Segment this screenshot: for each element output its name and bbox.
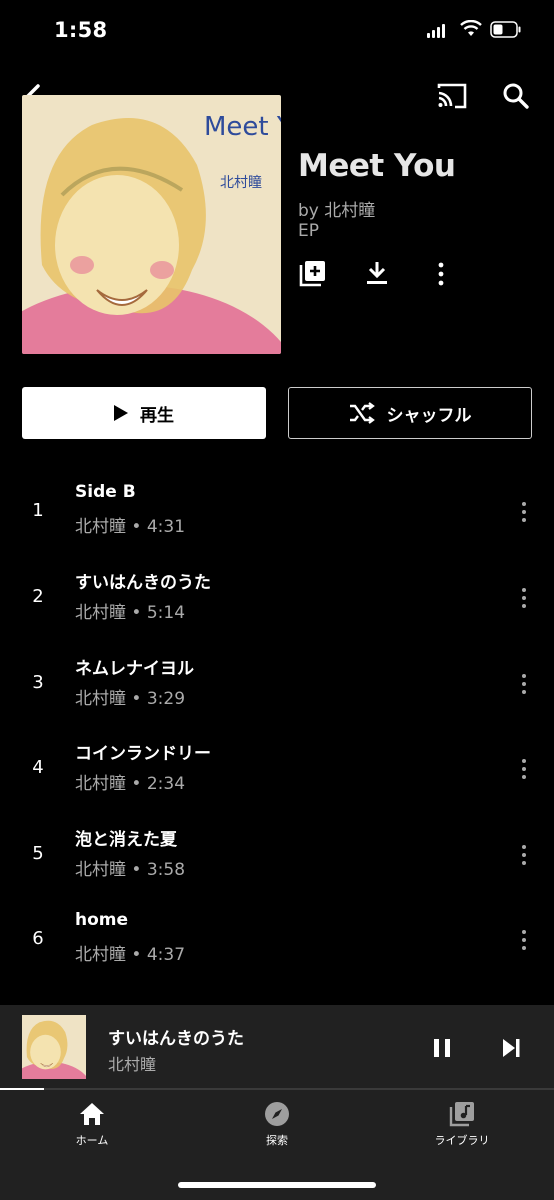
mini-player-art — [22, 1015, 86, 1079]
nav-library[interactable]: ライブラリ — [402, 1100, 522, 1148]
status-time: 1:58 — [54, 18, 108, 42]
more-vert-icon[interactable] — [517, 500, 531, 524]
track-number: 1 — [32, 500, 44, 521]
play-label: 再生 — [140, 405, 174, 426]
more-vert-icon[interactable] — [517, 672, 531, 696]
album-type: EP — [298, 221, 319, 241]
shuffle-label: シャッフル — [386, 405, 472, 426]
more-vert-icon[interactable] — [517, 843, 531, 867]
track-row[interactable]: 1 Side B 北村瞳 • 4:31 — [0, 474, 554, 560]
play-icon — [114, 405, 128, 421]
home-indicator — [178, 1182, 376, 1188]
nav-library-label: ライブラリ — [434, 1134, 490, 1147]
album-title: Meet You — [298, 148, 456, 184]
more-vert-icon[interactable] — [517, 928, 531, 952]
more-vert-icon[interactable] — [517, 757, 531, 781]
track-number: 3 — [32, 672, 44, 693]
track-number: 4 — [32, 757, 44, 778]
play-button[interactable]: 再生 — [22, 387, 266, 439]
track-number: 6 — [32, 928, 44, 949]
track-subtitle: 北村瞳 • 3:29 — [75, 689, 186, 709]
more-vert-icon[interactable] — [433, 261, 449, 287]
skip-next-icon[interactable] — [500, 1037, 522, 1059]
battery-icon — [490, 21, 521, 38]
cast-icon[interactable] — [436, 82, 468, 110]
track-title: home — [75, 910, 129, 930]
track-title: コインランドリー — [75, 744, 211, 764]
track-title: ネムレナイヨル — [75, 659, 194, 679]
search-icon[interactable] — [502, 82, 530, 110]
compass-icon — [265, 1102, 289, 1126]
download-icon[interactable] — [366, 260, 388, 286]
track-row[interactable]: 6 home 北村瞳 • 4:37 — [0, 902, 554, 988]
shuffle-icon — [349, 402, 375, 424]
track-number: 2 — [32, 586, 44, 607]
mini-player-title: すいはんきのうた — [108, 1029, 244, 1049]
track-subtitle: 北村瞳 • 5:14 — [75, 603, 186, 623]
track-subtitle: 北村瞳 • 2:34 — [75, 774, 186, 794]
library-icon — [449, 1102, 474, 1127]
track-subtitle: 北村瞳 • 4:37 — [75, 945, 186, 965]
pause-icon[interactable] — [431, 1037, 453, 1059]
nav-home-label: ホーム — [75, 1134, 109, 1147]
wifi-icon — [460, 20, 482, 36]
track-row[interactable]: 5 泡と消えた夏 北村瞳 • 3:58 — [0, 817, 554, 903]
track-subtitle: 北村瞳 • 4:31 — [75, 517, 186, 537]
album-artist[interactable]: by 北村瞳 — [298, 196, 375, 221]
shuffle-button[interactable]: シャッフル — [288, 387, 532, 439]
track-subtitle: 北村瞳 • 3:58 — [75, 860, 186, 880]
track-title: すいはんきのうた — [75, 573, 211, 593]
add-to-library-icon[interactable] — [299, 259, 327, 287]
track-number: 5 — [32, 843, 44, 864]
more-vert-icon[interactable] — [517, 586, 531, 610]
album-art-text: Meet You — [204, 112, 281, 142]
track-title: 泡と消えた夏 — [75, 830, 177, 850]
album-art: Meet You 北村瞳 — [22, 95, 281, 354]
track-row[interactable]: 2 すいはんきのうた 北村瞳 • 5:14 — [0, 560, 554, 646]
nav-explore[interactable]: 探索 — [217, 1100, 337, 1148]
album-art-artist: 北村瞳 — [220, 174, 262, 191]
nav-home[interactable]: ホーム — [32, 1100, 152, 1148]
nav-explore-label: 探索 — [266, 1134, 288, 1147]
track-title: Side B — [75, 482, 136, 502]
track-row[interactable]: 3 ネムレナイヨル 北村瞳 • 3:29 — [0, 646, 554, 732]
mini-player-artist: 北村瞳 — [108, 1055, 157, 1074]
signal-icon — [427, 24, 445, 38]
home-icon — [80, 1103, 104, 1125]
track-row[interactable]: 4 コインランドリー 北村瞳 • 2:34 — [0, 731, 554, 817]
